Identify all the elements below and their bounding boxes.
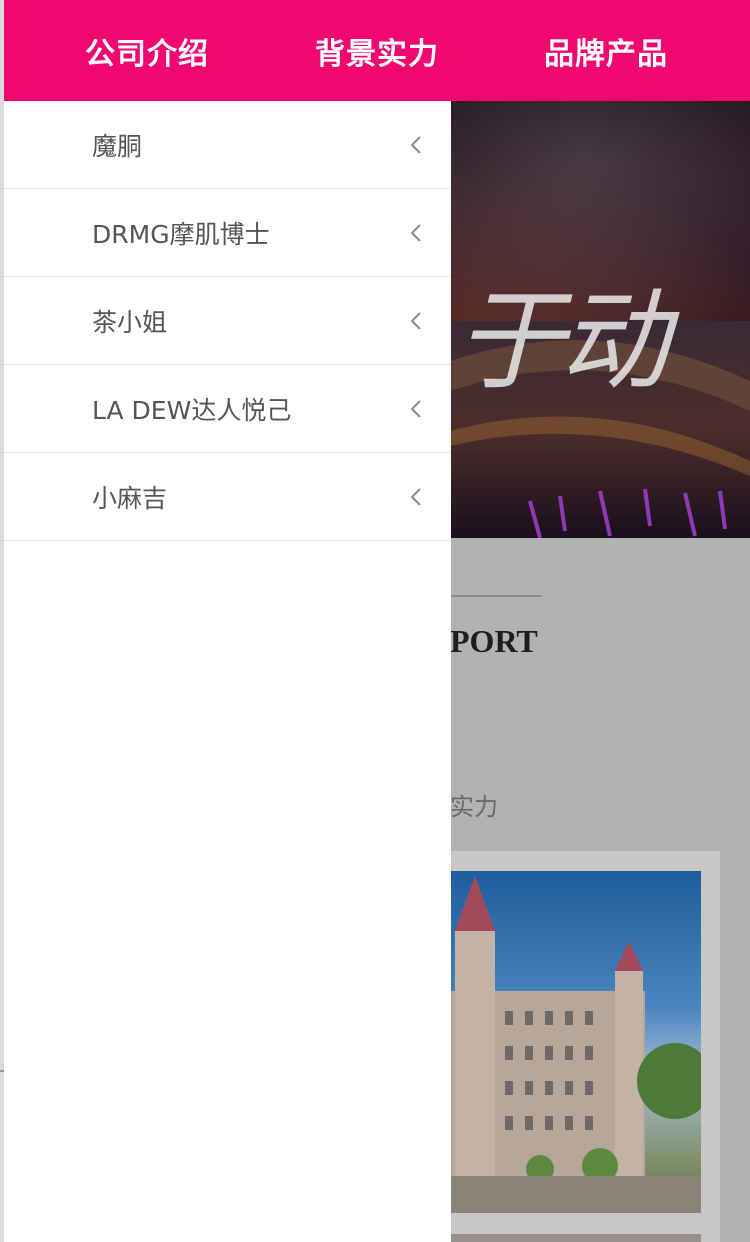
- menu-item-label: LA DEW达人悦己: [92, 395, 292, 425]
- brand-drawer-menu: 魔胴 DRMG摩肌博士 茶小姐 LA DEW达人悦己 小麻吉: [4, 101, 451, 1242]
- chevron-left-icon: [410, 135, 421, 154]
- menu-item-la-dew[interactable]: LA DEW达人悦己: [4, 365, 451, 453]
- menu-item-label: DRMG摩肌博士: [92, 219, 270, 249]
- section-divider: [450, 595, 542, 597]
- nav-company-intro[interactable]: 公司介绍: [85, 29, 209, 73]
- section-subtitle: 实力: [450, 793, 498, 821]
- hero-slogan: 于动: [455, 277, 669, 405]
- menu-item-label: 魔胴: [92, 131, 143, 161]
- menu-item-drmg[interactable]: DRMG摩肌博士: [4, 189, 451, 277]
- castle-building-image: [450, 871, 701, 1213]
- chevron-left-icon: [410, 399, 421, 418]
- chevron-left-icon: [410, 311, 421, 330]
- menu-item-mo-dong[interactable]: 魔胴: [4, 101, 451, 189]
- menu-item-label: 茶小姐: [92, 307, 168, 337]
- menu-item-xiao-maji[interactable]: 小麻吉: [4, 453, 451, 541]
- section-title: PORT: [450, 623, 538, 659]
- menu-item-label: 小麻吉: [92, 483, 168, 513]
- chevron-left-icon: [410, 487, 421, 506]
- nav-brand-products[interactable]: 品牌产品: [544, 29, 668, 73]
- left-edge-border: [0, 0, 4, 1242]
- nav-background-strength[interactable]: 背景实力: [315, 29, 439, 73]
- edge-divider: [0, 1070, 4, 1072]
- chevron-left-icon: [410, 223, 421, 242]
- menu-item-cha-xiaojie[interactable]: 茶小姐: [4, 277, 451, 365]
- top-navigation: 公司介绍 背景实力 品牌产品: [0, 0, 750, 101]
- image-caption-strip: [450, 1234, 701, 1242]
